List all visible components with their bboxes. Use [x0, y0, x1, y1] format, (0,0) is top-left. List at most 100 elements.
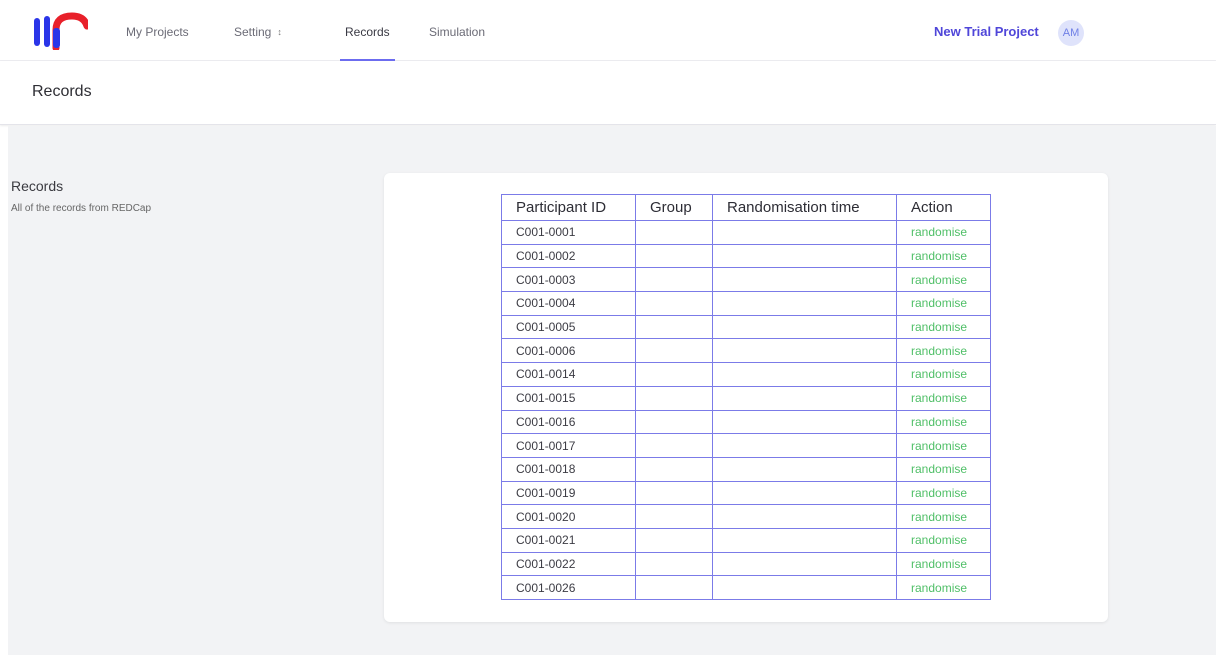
- randomise-link[interactable]: randomise: [911, 486, 967, 500]
- nav-records[interactable]: Records: [340, 0, 395, 61]
- participant-id-cell: C001-0021: [501, 527, 636, 553]
- action-cell: randomise: [896, 527, 991, 553]
- randomise-link[interactable]: randomise: [911, 344, 967, 358]
- group-cell: [635, 267, 713, 293]
- main-content: Records All of the records from REDCap P…: [8, 126, 1216, 655]
- randomise-link[interactable]: randomise: [911, 533, 967, 547]
- page-title: Records: [32, 83, 92, 100]
- randomisation-time-cell: [712, 291, 897, 316]
- group-cell: [635, 409, 713, 435]
- group-cell: [635, 551, 713, 577]
- nav-setting-label: Setting: [234, 25, 272, 39]
- randomisation-time-cell: [712, 575, 897, 600]
- participant-id-cell: C001-0006: [501, 338, 636, 364]
- table-row: C001-0001 randomise: [501, 220, 991, 245]
- randomise-link[interactable]: randomise: [911, 225, 967, 239]
- randomise-link[interactable]: randomise: [911, 296, 967, 310]
- action-cell: randomise: [896, 220, 991, 245]
- group-cell: [635, 362, 713, 387]
- nav-simulation[interactable]: Simulation: [429, 0, 485, 61]
- nav-records-label: Records: [345, 25, 390, 39]
- table-row: C001-0017 randomise: [501, 433, 991, 458]
- randomise-link[interactable]: randomise: [911, 249, 967, 263]
- records-table: Participant ID Group Randomisation time …: [501, 194, 991, 600]
- app-logo[interactable]: [34, 12, 88, 50]
- randomisation-time-cell: [712, 527, 897, 553]
- action-cell: randomise: [896, 267, 991, 293]
- group-cell: [635, 220, 713, 245]
- section-description: All of the records from REDCap: [11, 203, 152, 214]
- action-cell: randomise: [896, 385, 991, 411]
- action-cell: randomise: [896, 504, 991, 529]
- group-cell: [635, 575, 713, 600]
- nav-my-projects[interactable]: My Projects: [126, 0, 189, 61]
- randomise-link[interactable]: randomise: [911, 391, 967, 405]
- randomisation-time-cell: [712, 409, 897, 435]
- randomise-link[interactable]: randomise: [911, 273, 967, 287]
- participant-id-cell: C001-0002: [501, 243, 636, 269]
- table-row: C001-0022 randomise: [501, 551, 991, 577]
- randomise-link[interactable]: randomise: [911, 510, 967, 524]
- action-cell: randomise: [896, 575, 991, 600]
- action-cell: randomise: [896, 362, 991, 387]
- table-row: C001-0020 randomise: [501, 504, 991, 529]
- table-header-row: Participant ID Group Randomisation time …: [501, 194, 991, 221]
- randomisation-time-cell: [712, 504, 897, 529]
- randomise-link[interactable]: randomise: [911, 415, 967, 429]
- header-group: Group: [635, 194, 713, 221]
- current-project-name[interactable]: New Trial Project: [934, 0, 1039, 61]
- randomise-link[interactable]: randomise: [911, 557, 967, 571]
- participant-id-cell: C001-0014: [501, 362, 636, 387]
- participant-id-cell: C001-0020: [501, 504, 636, 529]
- header-randomisation-time: Randomisation time: [712, 194, 897, 221]
- participant-id-cell: C001-0001: [501, 220, 636, 245]
- action-cell: randomise: [896, 314, 991, 340]
- user-avatar[interactable]: AM: [1058, 20, 1084, 46]
- action-cell: randomise: [896, 433, 991, 458]
- randomisation-time-cell: [712, 243, 897, 269]
- table-row: C001-0006 randomise: [501, 338, 991, 364]
- group-cell: [635, 243, 713, 269]
- randomisation-time-cell: [712, 551, 897, 577]
- randomise-link[interactable]: randomise: [911, 462, 967, 476]
- randomise-link[interactable]: randomise: [911, 320, 967, 334]
- table-row: C001-0005 randomise: [501, 314, 991, 340]
- group-cell: [635, 291, 713, 316]
- randomisation-time-cell: [712, 314, 897, 340]
- participant-id-cell: C001-0019: [501, 480, 636, 506]
- action-cell: randomise: [896, 291, 991, 316]
- randomisation-time-cell: [712, 220, 897, 245]
- table-row: C001-0004 randomise: [501, 291, 991, 316]
- action-cell: randomise: [896, 243, 991, 269]
- records-card: Participant ID Group Randomisation time …: [384, 173, 1108, 622]
- group-cell: [635, 338, 713, 364]
- action-cell: randomise: [896, 409, 991, 435]
- participant-id-cell: C001-0005: [501, 314, 636, 340]
- page-header: Records: [0, 61, 1216, 125]
- group-cell: [635, 385, 713, 411]
- action-cell: randomise: [896, 551, 991, 577]
- group-cell: [635, 456, 713, 482]
- group-cell: [635, 480, 713, 506]
- participant-id-cell: C001-0015: [501, 385, 636, 411]
- action-cell: randomise: [896, 480, 991, 506]
- group-cell: [635, 314, 713, 340]
- table-row: C001-0026 randomise: [501, 575, 991, 600]
- group-cell: [635, 504, 713, 529]
- chevron-updown-icon: ↕: [277, 27, 282, 37]
- randomisation-time-cell: [712, 267, 897, 293]
- randomisation-time-cell: [712, 338, 897, 364]
- section-title: Records: [11, 178, 64, 194]
- participant-id-cell: C001-0016: [501, 409, 636, 435]
- randomisation-time-cell: [712, 385, 897, 411]
- action-cell: randomise: [896, 338, 991, 364]
- randomise-link[interactable]: randomise: [911, 581, 967, 595]
- randomise-link[interactable]: randomise: [911, 439, 967, 453]
- participant-id-cell: C001-0022: [501, 551, 636, 577]
- participant-id-cell: C001-0026: [501, 575, 636, 600]
- group-cell: [635, 527, 713, 553]
- header-action: Action: [896, 194, 991, 221]
- randomise-link[interactable]: randomise: [911, 367, 967, 381]
- randomisation-time-cell: [712, 456, 897, 482]
- nav-setting[interactable]: Setting ↕: [234, 0, 282, 61]
